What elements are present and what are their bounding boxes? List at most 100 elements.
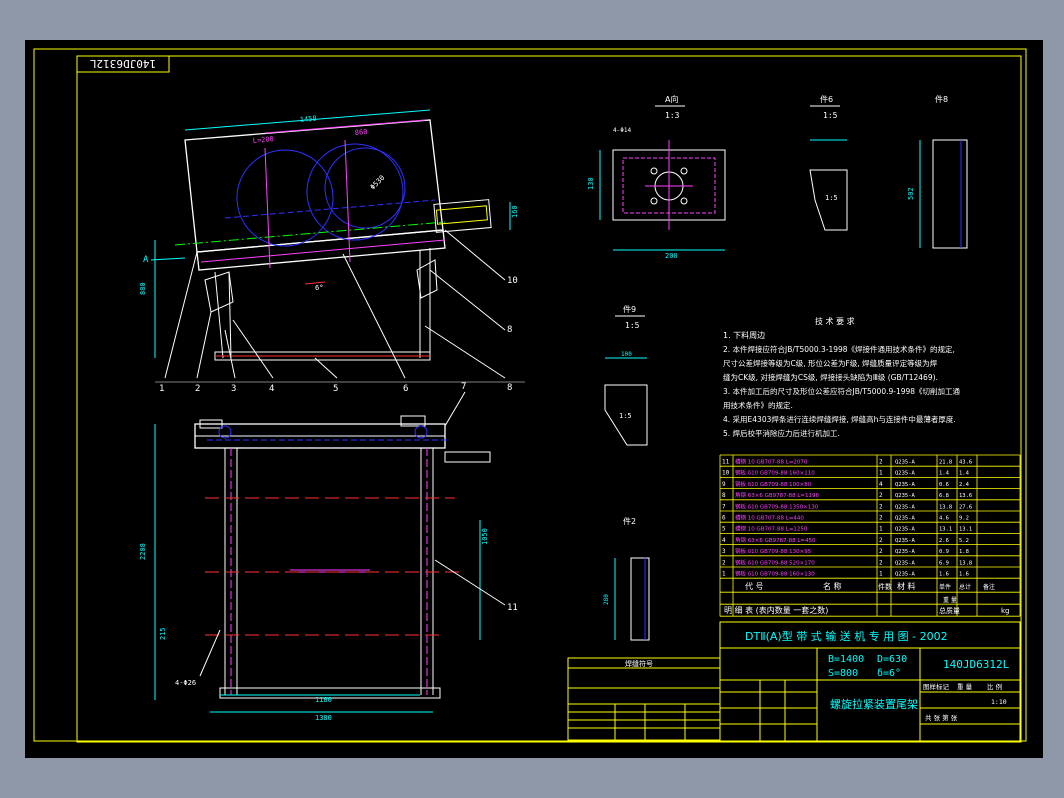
svg-text:1:5: 1:5 <box>625 321 640 330</box>
svg-text:280: 280 <box>603 594 610 605</box>
svg-text:L=200: L=200 <box>252 135 274 145</box>
bom-row-material: Q235-A <box>895 493 916 499</box>
svg-text:1458: 1458 <box>299 115 316 124</box>
bom-header-remark: 备注 <box>983 583 995 591</box>
bom-row-qty: 1 <box>879 526 883 533</box>
title-block: DTⅡ(A)型 带 式 输 送 机 专 用 图 - 2002 B=1400 D=… <box>719 621 1021 743</box>
bom-row-no: 2 <box>722 559 726 566</box>
view-part6: 件6 1:5 1:5 <box>809 94 848 231</box>
bom-header-total: 总计 <box>959 583 971 591</box>
cad-viewport[interactable]: 140JD6312L 880 1458 L=200 860 6° A Φ530 … <box>25 40 1043 758</box>
bom-row-material: Q235-A <box>895 482 916 488</box>
bom-row-no: 5 <box>722 526 726 533</box>
bom-row-qty: 2 <box>879 548 883 555</box>
bom-row-qty: 1 <box>879 571 883 578</box>
svg-text:件6: 件6 <box>820 94 833 104</box>
bom-row-material: Q235-A <box>895 516 916 522</box>
part-label-6: 6 <box>403 384 408 394</box>
svg-text:4-Φ14: 4-Φ14 <box>613 127 631 134</box>
svg-text:130: 130 <box>587 177 595 190</box>
corner-drawing-number: 140JD6312L <box>90 57 157 70</box>
svg-text:比 例: 比 例 <box>987 682 1002 691</box>
bom-header-qty: 件数 <box>878 582 892 591</box>
bom-row-qty: 2 <box>879 492 883 499</box>
part-label-3: 3 <box>231 384 236 394</box>
svg-text:160: 160 <box>511 205 519 218</box>
bom-weight-label: 重 量 <box>943 596 957 604</box>
svg-text:件8: 件8 <box>935 94 948 104</box>
svg-text:3. 本件加工后的尺寸及形位公差应符合JB/T5000.9-: 3. 本件加工后的尺寸及形位公差应符合JB/T5000.9-1998《切削加工通 <box>723 386 961 396</box>
bom-row-no: 10 <box>722 470 730 477</box>
svg-text:1:5: 1:5 <box>619 412 632 420</box>
bom-row-no: 7 <box>722 503 726 510</box>
view-part9: 件9 1:5 1:5 100 <box>604 304 648 446</box>
svg-text:件9: 件9 <box>623 304 636 314</box>
svg-text:1180: 1180 <box>315 696 332 704</box>
svg-text:215: 215 <box>159 627 167 640</box>
bom-row-no: 8 <box>722 492 726 499</box>
bom-row-name: 角钢 63×6 GB9787-88 L=450 <box>735 536 816 544</box>
svg-text:860: 860 <box>354 128 367 137</box>
svg-text:用技术条件》的规定.: 用技术条件》的规定. <box>723 400 793 410</box>
bom-row-material: Q235-A <box>895 460 916 466</box>
bom-row-name: 钢板 δ10 GB709-88 520×170 <box>735 558 815 566</box>
bom-row-qty: 1 <box>879 470 883 477</box>
bom-row-material: Q235-A <box>895 471 916 477</box>
bom-row-material: Q235-A <box>895 572 916 578</box>
bom-row-no: 6 <box>722 515 726 522</box>
bom-row-unit-weight: 2.6 <box>939 538 949 544</box>
bom-row-unit-weight: 6.9 <box>939 560 949 566</box>
svg-text:2208: 2208 <box>139 543 147 560</box>
bom-row-unit-weight: 0.9 <box>939 549 949 555</box>
svg-text:4. 采用E4303焊条进行连续焊缝焊接, 焊缝高h与连接件: 4. 采用E4303焊条进行连续焊缝焊接, 焊缝高h与连接件中最薄者厚度. <box>723 414 956 424</box>
bom-row-unit-weight: 1.6 <box>939 572 949 578</box>
svg-text:4-Φ26: 4-Φ26 <box>175 679 196 687</box>
svg-text:1:10: 1:10 <box>991 698 1007 706</box>
svg-text:尺寸公差焊接等级为C级, 形位公差为F级, 焊缝质量评定等级: 尺寸公差焊接等级为C级, 形位公差为F级, 焊缝质量评定等级为焊 <box>723 358 938 368</box>
bom-row-qty: 2 <box>879 515 883 522</box>
svg-text:重 量: 重 量 <box>957 683 973 691</box>
bom-row-name: 槽钢 10 GB707-88 L=2070 <box>735 458 808 466</box>
bom-row-material: Q235-A <box>895 549 916 555</box>
bom-row-qty: 4 <box>879 481 883 488</box>
svg-text:5. 焊后校平消除应力后进行机加工.: 5. 焊后校平消除应力后进行机加工. <box>723 428 840 438</box>
bom-row-qty: 2 <box>879 503 883 510</box>
bom-row-unit-weight: 13.8 <box>939 504 952 510</box>
bom-row-total-weight: 9.2 <box>959 516 969 522</box>
bom-row-name: 钢板 δ10 GB709-88 1350×130 <box>735 502 819 510</box>
bom-row-name: 槽钢 10 GB707-88 L=1250 <box>735 525 808 533</box>
bom-row-unit-weight: 0.6 <box>939 482 949 488</box>
part-name: 螺旋拉紧装置尾架 <box>830 697 918 711</box>
bom-row-unit-weight: 4.6 <box>939 516 949 522</box>
bom-row-total-weight: 1.8 <box>959 549 969 555</box>
technical-requirements: 技 术 要 求 1. 下料周边 2. 本件焊接应符合JB/T5000.3-199… <box>723 316 961 438</box>
part-label-7: 7 <box>461 382 466 392</box>
view-a-direction: A向 1:3 200 130 4-Φ14 <box>587 94 726 260</box>
bom-row-name: 钢板 δ10 GB709-88 160×130 <box>735 570 815 578</box>
bom-total-unit: kg <box>1001 607 1010 615</box>
bom-row-no: 3 <box>722 548 726 555</box>
bom-row-material: Q235-A <box>895 527 916 533</box>
svg-text:焊缝符号: 焊缝符号 <box>625 659 653 668</box>
svg-text:共 张 第 张: 共 张 第 张 <box>925 713 958 722</box>
bom-row-qty: 2 <box>879 459 883 466</box>
cad-drawing[interactable]: 140JD6312L 880 1458 L=200 860 6° A Φ530 … <box>25 40 1043 758</box>
part-leaders: 1 2 3 4 5 6 7 8 8 10 11 <box>155 229 525 613</box>
part-label-1: 1 <box>159 384 164 394</box>
bom-row-total-weight: 2.4 <box>959 482 970 488</box>
svg-text:100: 100 <box>621 351 632 358</box>
svg-text:技 术 要 求: 技 术 要 求 <box>815 316 855 326</box>
bom-row-qty: 2 <box>879 559 883 566</box>
bom-row-name: 钢板 δ10 GB709-88 100×80 <box>735 480 812 488</box>
part-label-4: 4 <box>269 384 274 394</box>
bom-row-no: 11 <box>722 459 730 466</box>
param-angle: δ=6° <box>877 668 901 679</box>
plan-view: 2208 1380 1180 1050 215 4-Φ26 <box>139 415 491 722</box>
svg-text:1:5: 1:5 <box>823 111 838 120</box>
bom-row-name: 槽钢 10 GB707-88 L=440 <box>735 514 804 522</box>
param-d: D=630 <box>877 654 907 665</box>
svg-text:缝为CK级, 对接焊缝为CS级, 焊接接头缺陷为Ⅲ级 (GB: 缝为CK级, 对接焊缝为CS级, 焊接接头缺陷为Ⅲ级 (GB/T12469). <box>723 372 938 382</box>
svg-text:Φ530: Φ530 <box>369 174 387 192</box>
part-label-8a: 8 <box>507 325 512 335</box>
svg-text:1:3: 1:3 <box>665 111 680 120</box>
